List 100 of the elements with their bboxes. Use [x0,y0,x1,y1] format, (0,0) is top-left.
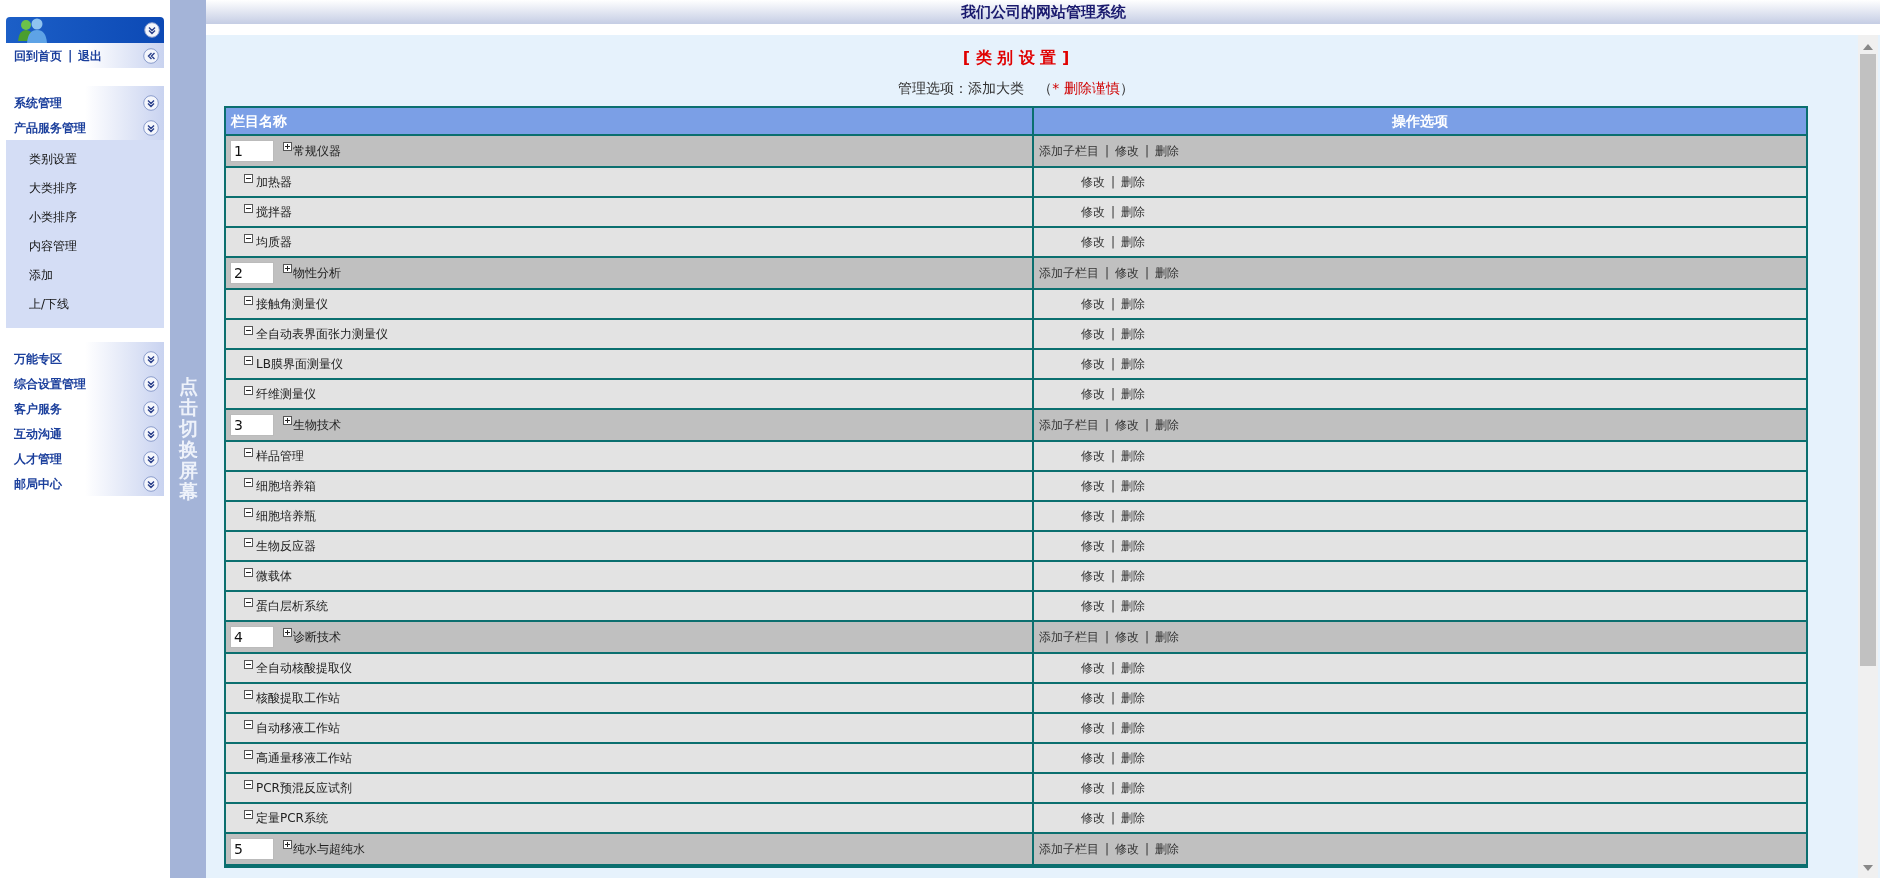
collapse-box-icon[interactable] [244,660,253,669]
action-link[interactable]: 删除 [1155,416,1180,434]
action-link[interactable]: 修改 [1081,779,1105,797]
submenu-item[interactable]: 大类排序 [29,178,77,197]
action-link[interactable]: 修改 [1081,597,1105,615]
expand-icon[interactable] [143,375,159,392]
action-link[interactable]: 删除 [1121,567,1146,585]
action-link[interactable]: 删除 [1121,325,1146,343]
action-link[interactable]: 删除 [1121,477,1146,495]
scroll-down-icon[interactable] [1863,865,1873,872]
action-link[interactable]: 修改 [1081,295,1105,313]
collapse-box-icon[interactable] [244,810,253,819]
action-link[interactable]: 修改 [1081,567,1105,585]
expand-box-icon[interactable] [283,142,292,151]
scrollbar-thumb[interactable] [1860,54,1876,666]
action-link[interactable]: 修改 [1081,477,1105,495]
action-link[interactable]: 删除 [1121,507,1146,525]
expand-icon[interactable] [143,94,159,111]
action-link[interactable]: 添加子栏目 [1039,142,1099,160]
scrollbar[interactable] [1858,35,1878,878]
expand-icon[interactable] [143,400,159,417]
action-link[interactable]: 修改 [1081,385,1105,403]
expand-icon[interactable] [143,475,159,492]
expand-icon[interactable] [143,119,159,136]
action-link[interactable]: 修改 [1081,173,1105,191]
action-link[interactable]: 修改 [1081,659,1105,677]
action-link[interactable]: 修改 [1081,749,1105,767]
collapse-icon[interactable] [143,47,159,64]
submenu-item[interactable]: 内容管理 [29,236,77,255]
collapse-box-icon[interactable] [244,690,253,699]
expand-box-icon[interactable] [283,628,292,637]
expand-box-icon[interactable] [283,840,292,849]
add-category-link[interactable]: 添加大类 [968,78,1025,99]
collapse-box-icon[interactable] [244,750,253,759]
sidebar-link[interactable]: 回到首页 [14,46,62,65]
action-link[interactable]: 添加子栏目 [1039,264,1099,282]
collapse-box-icon[interactable] [244,598,253,607]
order-field[interactable]: 4 [230,626,274,648]
submenu-item[interactable]: 小类排序 [29,207,77,226]
action-link[interactable]: 删除 [1121,689,1146,707]
collapse-box-icon[interactable] [244,234,253,243]
action-link[interactable]: 删除 [1121,173,1146,191]
action-link[interactable]: 删除 [1121,809,1146,827]
collapse-box-icon[interactable] [244,204,253,213]
expand-box-icon[interactable] [283,264,292,273]
action-link[interactable]: 修改 [1081,809,1105,827]
submenu-item[interactable]: 上/下线 [29,294,70,313]
expand-icon[interactable] [143,450,159,467]
action-link[interactable]: 修改 [1115,416,1140,434]
action-link[interactable]: 修改 [1081,447,1105,465]
action-link[interactable]: 删除 [1121,447,1146,465]
collapse-box-icon[interactable] [244,780,253,789]
action-link[interactable]: 添加子栏目 [1039,416,1099,434]
action-link[interactable]: 删除 [1121,203,1146,221]
collapse-box-icon[interactable] [244,448,253,457]
action-link[interactable]: 添加子栏目 [1039,628,1099,646]
action-link[interactable]: 修改 [1115,628,1140,646]
action-link[interactable]: 修改 [1115,142,1140,160]
order-field[interactable]: 2 [230,262,274,284]
action-link[interactable]: 修改 [1081,355,1105,373]
collapse-box-icon[interactable] [244,568,253,577]
collapse-box-icon[interactable] [244,326,253,335]
order-field[interactable]: 1 [230,140,274,162]
action-link[interactable]: 删除 [1155,264,1180,282]
action-link[interactable]: 删除 [1121,355,1146,373]
collapse-box-icon[interactable] [244,478,253,487]
collapse-box-icon[interactable] [244,720,253,729]
action-link[interactable]: 删除 [1121,537,1146,555]
collapse-box-icon[interactable] [244,508,253,517]
sidebar-link[interactable]: 退出 [78,46,103,65]
action-link[interactable]: 删除 [1121,295,1146,313]
action-link[interactable]: 添加子栏目 [1039,840,1099,858]
expand-icon[interactable] [143,425,159,442]
action-link[interactable]: 删除 [1121,385,1146,403]
action-link[interactable]: 删除 [1121,597,1146,615]
action-link[interactable]: 删除 [1121,779,1146,797]
action-link[interactable]: 修改 [1081,233,1105,251]
collapse-box-icon[interactable] [244,538,253,547]
expand-icon[interactable] [144,22,160,38]
submenu-item[interactable]: 添加 [29,265,53,284]
action-link[interactable]: 删除 [1155,840,1180,858]
action-link[interactable]: 修改 [1081,325,1105,343]
action-link[interactable]: 删除 [1121,233,1146,251]
order-field[interactable]: 3 [230,414,274,436]
expand-icon[interactable] [143,350,159,367]
submenu-item[interactable]: 类别设置 [29,149,77,168]
action-link[interactable]: 修改 [1081,689,1105,707]
action-link[interactable]: 删除 [1121,659,1146,677]
expand-box-icon[interactable] [283,416,292,425]
action-link[interactable]: 删除 [1121,719,1146,737]
order-field[interactable]: 5 [230,838,274,860]
action-link[interactable]: 删除 [1155,628,1180,646]
action-link[interactable]: 删除 [1155,142,1180,160]
action-link[interactable]: 修改 [1081,507,1105,525]
action-link[interactable]: 修改 [1081,537,1105,555]
action-link[interactable]: 修改 [1115,264,1140,282]
scroll-up-icon[interactable] [1863,43,1873,50]
collapse-box-icon[interactable] [244,386,253,395]
collapse-box-icon[interactable] [244,174,253,183]
collapse-box-icon[interactable] [244,296,253,305]
